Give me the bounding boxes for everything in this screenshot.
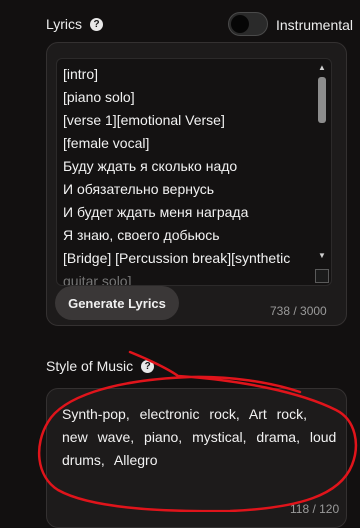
help-icon[interactable]: ? — [90, 17, 104, 31]
lyrics-line: [verse 1][emotional Verse] — [63, 112, 225, 128]
generate-lyrics-button[interactable]: Generate Lyrics — [55, 286, 179, 320]
lyrics-line: guitar solo] — [63, 273, 132, 286]
style-tags-text: Synth-pop, electronic rock, Art rock, ne… — [62, 406, 337, 468]
lyrics-line: [intro] — [63, 66, 99, 82]
style-header: Style of Music ? — [46, 358, 155, 374]
instrumental-toggle[interactable] — [228, 12, 268, 36]
style-label: Style of Music — [46, 358, 134, 374]
help-icon[interactable]: ? — [141, 359, 155, 373]
lyrics-line: И обязательно вернусь — [63, 181, 215, 197]
scroll-down-icon[interactable]: ▼ — [316, 251, 328, 261]
lyrics-char-count: 738 / 3000 — [270, 304, 327, 318]
lyrics-label: Lyrics — [46, 16, 83, 32]
lyrics-line: [Bridge] [Percussion break][synthetic — [63, 250, 291, 266]
scroll-up-icon[interactable]: ▲ — [316, 63, 328, 73]
lyrics-scrollbar[interactable]: ▲ ▼ — [316, 63, 328, 261]
lyrics-textarea[interactable]: [intro] [piano solo] [verse 1][emotional… — [56, 58, 332, 286]
style-char-count: 118 / 120 — [290, 502, 340, 516]
lyrics-line: [piano solo] — [63, 89, 135, 105]
scroll-thumb[interactable] — [318, 77, 326, 123]
instrumental-label: Instrumental — [276, 17, 354, 33]
lyrics-line: Буду ждать я сколько надо — [63, 158, 238, 174]
lyrics-line: И будет ждать меня награда — [63, 204, 249, 220]
resize-grip-icon[interactable] — [315, 269, 329, 283]
toggle-knob — [231, 15, 249, 33]
lyrics-line: Я знаю, своего добьюсь — [63, 227, 220, 243]
lyrics-lines: [intro] [piano solo] [verse 1][emotional… — [63, 63, 311, 286]
lyrics-header: Lyrics ? — [46, 16, 104, 32]
lyrics-line: [female vocal] — [63, 135, 150, 151]
